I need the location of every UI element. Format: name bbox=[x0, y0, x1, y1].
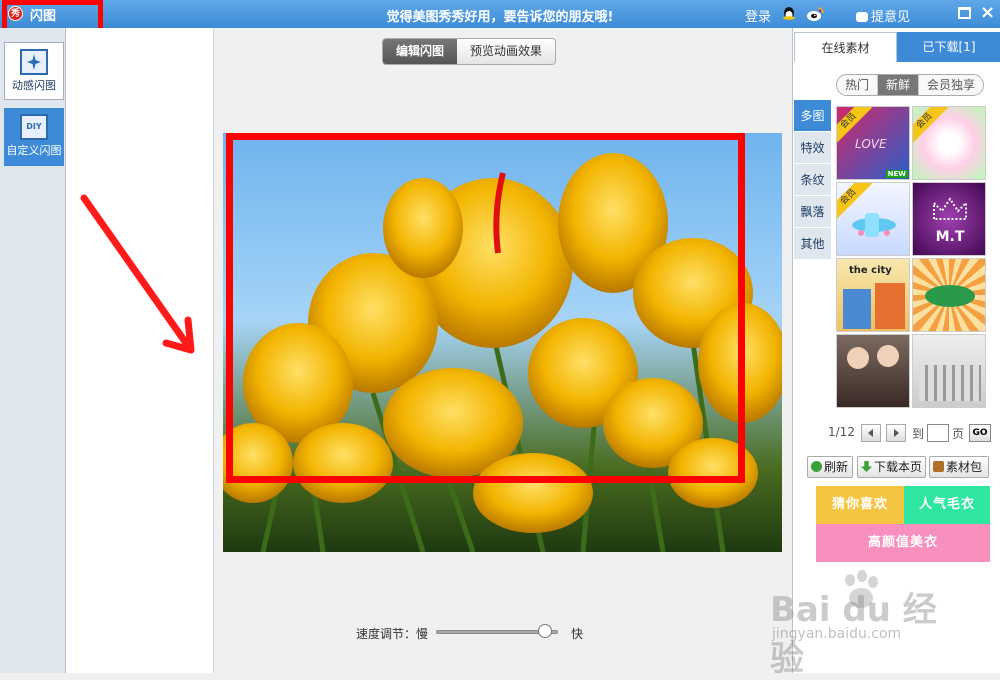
annotation-arrow bbox=[80, 194, 195, 354]
sidebar-item-label: 自定义闪图 bbox=[6, 144, 62, 157]
tab-downloaded[interactable]: 已下载[1] bbox=[897, 32, 1000, 62]
template-panel bbox=[66, 28, 214, 673]
diy-icon: DIY bbox=[20, 114, 48, 140]
sidebar-item-label: 动感闪图 bbox=[12, 79, 56, 92]
category-stripes[interactable]: 条纹 bbox=[794, 164, 831, 196]
sidebar-item-custom-flash[interactable]: DIY 自定义闪图 bbox=[4, 108, 64, 166]
category-effects[interactable]: 特效 bbox=[794, 132, 831, 164]
arrow-right-icon bbox=[894, 429, 899, 437]
plane-icon bbox=[852, 213, 896, 237]
crown-icon bbox=[933, 197, 967, 220]
sparkle-icon bbox=[20, 49, 48, 75]
close-icon[interactable]: × bbox=[980, 2, 995, 23]
tab-preview-animation[interactable]: 预览动画效果 bbox=[457, 39, 556, 64]
promo-guess-you-like[interactable]: 猜你喜欢 bbox=[816, 486, 904, 524]
thumb-text: M.T bbox=[935, 229, 965, 245]
material-thumb[interactable]: 会员 LOVE NEW bbox=[836, 106, 910, 180]
vip-badge: 会员 bbox=[913, 107, 948, 145]
filter-vip[interactable]: 会员独享 bbox=[919, 75, 984, 95]
login-link[interactable]: 登录 bbox=[745, 6, 771, 25]
speed-label: 速度调节：慢 bbox=[356, 627, 429, 641]
thumb-text: LOVE bbox=[855, 137, 887, 151]
annotation-box-photo bbox=[226, 133, 745, 483]
speed-slider-handle[interactable] bbox=[538, 624, 552, 638]
next-page-button[interactable] bbox=[886, 424, 906, 442]
material-thumb[interactable] bbox=[836, 334, 910, 408]
material-thumb[interactable]: 会员 bbox=[912, 106, 986, 180]
promo-beautiful-clothes[interactable]: 高颜值美衣 bbox=[816, 524, 990, 562]
material-thumb[interactable] bbox=[912, 258, 986, 332]
qq-icon[interactable] bbox=[782, 6, 796, 22]
download-icon bbox=[861, 461, 872, 472]
fast-label: 快 bbox=[571, 627, 584, 641]
refresh-icon bbox=[811, 461, 822, 472]
filter-hot[interactable]: 热门 bbox=[837, 75, 879, 95]
material-pack-button[interactable]: 素材包 bbox=[929, 456, 989, 478]
material-thumb[interactable] bbox=[912, 334, 986, 408]
material-thumb[interactable]: the city bbox=[836, 258, 910, 332]
sidebar-item-dynamic-flash[interactable]: 动感闪图 bbox=[4, 42, 64, 100]
material-tabs: 在线素材 已下载[1] bbox=[793, 32, 1000, 62]
weibo-icon[interactable] bbox=[806, 6, 824, 22]
category-falling[interactable]: 飘落 bbox=[794, 196, 831, 228]
material-thumb[interactable]: M.T bbox=[912, 182, 986, 256]
arrow-left-icon bbox=[868, 429, 873, 437]
filter-new[interactable]: 新鲜 bbox=[878, 75, 920, 95]
left-sidebar: 动感闪图 DIY 自定义闪图 bbox=[0, 28, 66, 673]
download-page-button[interactable]: 下载本页 bbox=[857, 456, 926, 478]
refresh-button[interactable]: 刷新 bbox=[807, 456, 853, 478]
go-button[interactable]: GO bbox=[969, 424, 991, 442]
goto-label: 到 bbox=[912, 427, 925, 441]
material-thumb[interactable]: 会员 bbox=[836, 182, 910, 256]
category-other[interactable]: 其他 bbox=[794, 228, 831, 260]
category-multi[interactable]: 多图 bbox=[794, 100, 831, 132]
tab-online-material[interactable]: 在线素材 bbox=[794, 32, 897, 62]
main-editor: 编辑闪图 预览动画效果 速度调节：慢 快 bbox=[215, 28, 792, 673]
page-label: 页 bbox=[952, 427, 965, 441]
page-number-input[interactable] bbox=[927, 424, 949, 442]
promo-popular-sweater[interactable]: 人气毛衣 bbox=[904, 486, 990, 524]
category-list: 多图 特效 条纹 飘落 其他 bbox=[794, 100, 831, 260]
material-filters: 热门 新鲜 会员独享 bbox=[836, 74, 985, 96]
material-panel: 在线素材 已下载[1] 热门 新鲜 会员独享 多图 特效 条纹 飘落 其他 会员… bbox=[792, 28, 1000, 673]
pagination-text: 1/12 bbox=[828, 425, 855, 439]
feedback-button[interactable]: 提意见 bbox=[856, 6, 910, 25]
tab-edit-flash[interactable]: 编辑闪图 bbox=[383, 39, 458, 64]
maximize-icon[interactable] bbox=[958, 7, 971, 19]
new-badge: NEW bbox=[885, 170, 908, 178]
thumb-text: the city bbox=[849, 265, 892, 276]
prev-page-button[interactable] bbox=[861, 424, 881, 442]
editor-tabs: 编辑闪图 预览动画效果 bbox=[382, 38, 557, 65]
chat-icon bbox=[856, 11, 868, 22]
slogan-text: 觉得美图秀秀好用，要告诉您的朋友哦! bbox=[386, 10, 614, 25]
title-bar: 秀 闪图 觉得美图秀秀好用，要告诉您的朋友哦! 登录 提意见 × bbox=[0, 0, 1000, 28]
package-icon bbox=[933, 461, 944, 472]
